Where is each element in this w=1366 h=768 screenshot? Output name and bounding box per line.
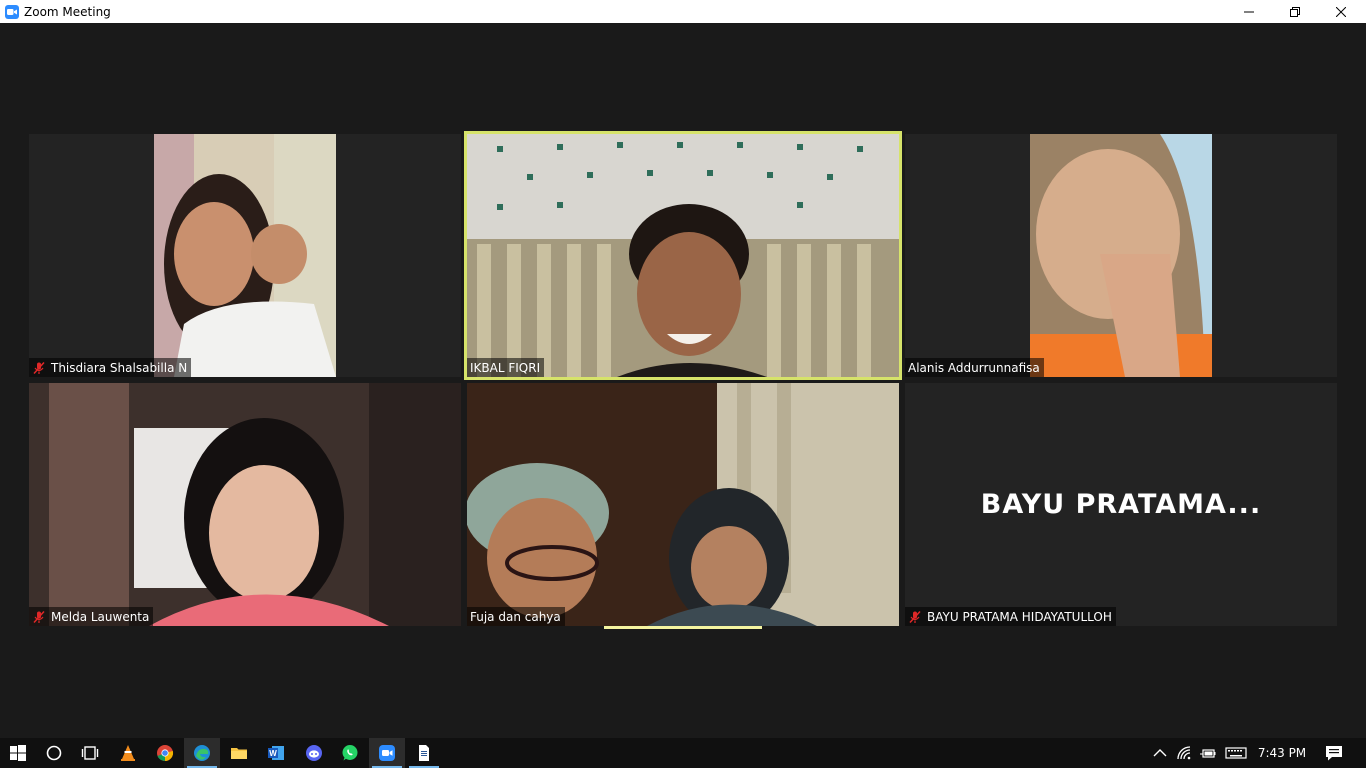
window-title: Zoom Meeting <box>24 4 111 19</box>
svg-text:W: W <box>269 749 277 758</box>
participant-video <box>467 134 899 377</box>
participant-video <box>1030 134 1212 377</box>
zoom-icon <box>5 4 19 19</box>
participant-nameplate: BAYU PRATAMA HIDAYATULLOH <box>905 607 1116 626</box>
restore-button[interactable] <box>1272 0 1318 23</box>
document-icon <box>419 745 429 761</box>
participant-nameplate: Melda Lauwenta <box>29 607 154 626</box>
speaking-indicator <box>604 626 762 629</box>
discord-icon <box>306 745 322 761</box>
participant-name: Melda Lauwenta <box>51 609 150 624</box>
minimize-button[interactable] <box>1226 0 1272 23</box>
participant-name: BAYU PRATAMA HIDAYATULLOH <box>927 609 1112 624</box>
word-icon: W <box>268 746 284 760</box>
close-button[interactable] <box>1318 0 1364 23</box>
whatsapp-icon <box>342 745 358 761</box>
vlc-icon <box>121 745 135 761</box>
start-button[interactable] <box>0 738 36 768</box>
participant-video <box>467 383 899 626</box>
participant-name: Fuja dan cahya <box>470 609 561 624</box>
search-icon <box>46 745 62 761</box>
participant-tile-active-speaker[interactable]: IKBAL FIQRI <box>464 131 902 380</box>
close-icon <box>1336 6 1346 17</box>
muted-microphone-icon <box>909 610 921 623</box>
action-center-icon[interactable] <box>1325 744 1343 762</box>
whatsapp-button[interactable] <box>332 738 368 768</box>
muted-microphone-icon <box>33 361 45 374</box>
file-explorer-button[interactable] <box>221 738 257 768</box>
participant-name: Thisdiara Shalsabilla N <box>51 360 188 375</box>
system-clock[interactable]: 7:43 PM <box>1252 738 1312 768</box>
discord-button[interactable] <box>296 738 332 768</box>
battery-icon[interactable] <box>1200 745 1216 761</box>
chevron-up-icon[interactable] <box>1152 745 1168 761</box>
chrome-icon <box>157 745 174 762</box>
zoom-icon <box>379 745 395 761</box>
edge-button[interactable] <box>184 738 220 768</box>
participant-name: Alanis Addurrunnafisa <box>908 360 1040 375</box>
participant-video <box>29 383 461 626</box>
task-view-icon <box>81 746 99 760</box>
muted-microphone-icon <box>33 610 45 623</box>
participant-nameplate: Thisdiara Shalsabilla N <box>29 358 192 377</box>
participant-name: IKBAL FIQRI <box>470 360 541 375</box>
edge-icon <box>194 745 210 761</box>
taskbar: W 7:43 PM <box>0 738 1366 768</box>
minimize-icon <box>1244 11 1254 12</box>
title-bar: Zoom Meeting <box>0 0 1366 23</box>
gallery-view: Thisdiara Shalsabilla N IKBAL FIQRI Alan… <box>0 23 1366 738</box>
zoom-taskbar-button[interactable] <box>369 738 405 768</box>
chrome-button[interactable] <box>147 738 183 768</box>
participant-display-name: BAYU PRATAMA... <box>980 489 1262 520</box>
participant-tile[interactable]: Thisdiara Shalsabilla N <box>29 134 461 377</box>
participant-nameplate: IKBAL FIQRI <box>467 358 545 377</box>
participant-tile[interactable]: Fuja dan cahya <box>467 383 899 626</box>
wifi-icon[interactable] <box>1176 745 1192 761</box>
vlc-button[interactable] <box>110 738 146 768</box>
word-button[interactable]: W <box>258 738 294 768</box>
participant-nameplate: Alanis Addurrunnafisa <box>905 358 1044 377</box>
participant-tile[interactable]: Alanis Addurrunnafisa <box>905 134 1337 377</box>
document-button[interactable] <box>406 738 442 768</box>
participant-tile[interactable]: Melda Lauwenta <box>29 383 461 626</box>
participant-video <box>154 134 336 377</box>
file-explorer-icon <box>231 748 247 759</box>
participant-tile[interactable]: BAYU PRATAMA... BAYU PRATAMA HIDAYATULLO… <box>905 383 1337 626</box>
windows-start-icon <box>10 745 26 761</box>
task-view-button[interactable] <box>72 738 108 768</box>
restore-icon <box>1290 6 1300 17</box>
participant-nameplate: Fuja dan cahya <box>467 607 565 626</box>
keyboard-icon[interactable] <box>1225 745 1247 761</box>
search-button[interactable] <box>36 738 72 768</box>
